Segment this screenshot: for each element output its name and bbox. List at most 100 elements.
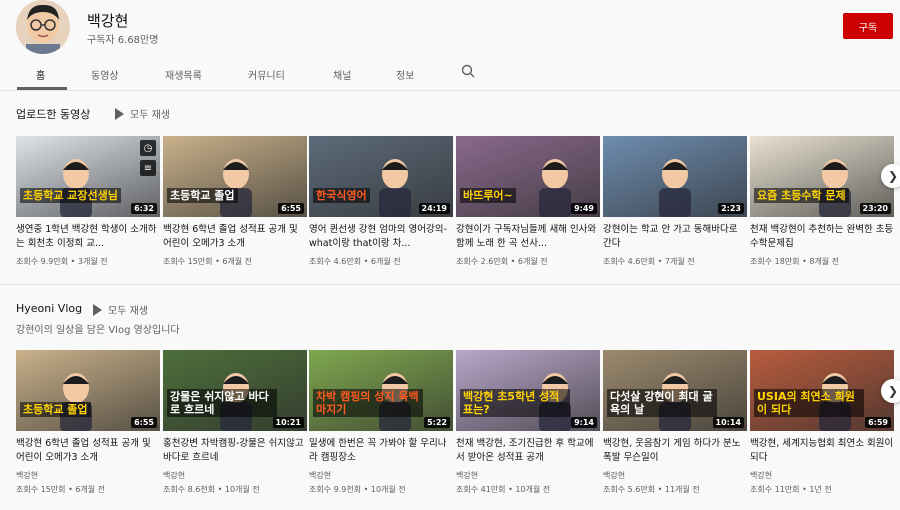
tab-home[interactable]: 홈 xyxy=(36,67,45,82)
video-meta: 조회수 5.6만회 • 11개월 전 xyxy=(603,485,700,494)
video-title[interactable]: 홍천강변 차박캠핑-강물은 쉬지않고 바다로 흐르네 xyxy=(163,437,307,465)
video-thumbnail[interactable]: 강물은 쉬지않고 바다로 흐르네 10:21 xyxy=(163,350,307,431)
tab-videos[interactable]: 동영상 xyxy=(91,67,119,82)
video-duration: 6:55 xyxy=(131,417,157,428)
add-to-queue-icon[interactable]: ≡ xyxy=(140,160,156,176)
video-title[interactable]: 백강현 6학년 졸업 성적표 공개 및 어린이 오메가3 소개 xyxy=(163,223,307,251)
divider xyxy=(0,90,900,91)
video-thumbnail[interactable]: 초등학교 교장선생님 ◷ ≡ 6:32 xyxy=(16,136,160,217)
thumbnail-caption: 초등학교 졸업 xyxy=(20,402,91,417)
play-all-button[interactable]: 모두 재생 xyxy=(115,106,170,121)
video-card[interactable]: 초등학교 교장선생님 ◷ ≡ 6:32 생연중 1학년 백강현 학생이 소개하는 회천초… xyxy=(16,136,160,268)
video-card[interactable]: 바뜨루어~ 9:49 강현이가 구독자님들께 새해 인사와 함께 노래 한 곡 선사… xyxy=(456,136,600,268)
video-title[interactable]: 영어 퀸선생 강현 엄마의 영어강의-what이랑 that이랑 차... xyxy=(309,223,453,251)
video-duration: 9:14 xyxy=(571,417,597,428)
video-thumbnail[interactable]: USIA의 최연소 회원이 되다 6:59 xyxy=(750,350,894,431)
video-thumbnail[interactable]: 초등학교 졸업 6:55 xyxy=(16,350,160,431)
thumbnail-caption: 다섯살 강현이 최대 굴욕의 날 xyxy=(607,389,717,417)
avatar-image xyxy=(16,0,70,54)
video-duration: 10:21 xyxy=(272,417,304,428)
video-duration: 9:49 xyxy=(571,203,597,214)
video-meta: 조회수 11만회 • 1년 전 xyxy=(750,485,832,494)
play-all-label: 모두 재생 xyxy=(130,110,170,121)
video-title[interactable]: 천재 백강현이 추천하는 완벽한 초등수학문제집 xyxy=(750,223,894,251)
video-title[interactable]: 백강현 6학년 졸업 성적표 공개 및 어린이 오메가3 소개 xyxy=(16,437,160,465)
watch-later-icon[interactable]: ◷ xyxy=(140,140,156,156)
next-arrow-button[interactable]: ❯ xyxy=(881,379,900,403)
thumbnail-caption: 요즘 초등수학 문제 xyxy=(754,188,849,203)
thumbnail-caption: 차박 캠핑의 성지 육백마지기 xyxy=(313,389,423,417)
chevron-right-icon: ❯ xyxy=(887,384,899,398)
video-meta: 조회수 8.6천회 • 10개월 전 xyxy=(163,485,260,494)
thumbnail-caption: 바뜨루어~ xyxy=(460,188,516,203)
channel-header: 백강현 구독자 6.68만명 구독 홈 동영상 재생목록 커뮤니티 채널 정보 xyxy=(0,0,900,95)
channel-name: 백강현 xyxy=(87,12,129,30)
video-meta: 조회수 4.6만회 • 6개월 전 xyxy=(309,257,401,266)
video-channel-name[interactable]: 백강현 xyxy=(456,470,600,481)
video-meta: 조회수 41만회 • 10개월 전 xyxy=(456,485,551,494)
video-card[interactable]: 백강현 초5학년 성적표는? 9:14 천재 백강현, 조기진급한 후 학교에서 받… xyxy=(456,350,600,496)
subscriber-count: 구독자 6.68만명 xyxy=(87,35,159,46)
video-card[interactable]: 요즘 초등수학 문제 23:20 천재 백강현이 추천하는 완벽한 초등수학문제집조… xyxy=(750,136,894,268)
tab-community[interactable]: 커뮤니티 xyxy=(248,67,285,82)
video-title[interactable]: 일생에 한번은 꼭 가봐야 할 우리나라 캠핑장소 xyxy=(309,437,453,465)
video-thumbnail[interactable]: 바뜨루어~ 9:49 xyxy=(456,136,600,217)
video-channel-name[interactable]: 백강현 xyxy=(603,470,747,481)
video-meta: 조회수 18만회 • 8개월 전 xyxy=(750,257,840,266)
subscribe-button[interactable]: 구독 xyxy=(843,13,893,39)
video-title[interactable]: 강현이는 학교 안 가고 동해바다로 간다 xyxy=(603,223,747,251)
video-duration: 2:23 xyxy=(718,203,744,214)
chevron-right-icon: ❯ xyxy=(887,169,899,183)
video-meta: 조회수 9.9만회 • 3개월 전 xyxy=(16,257,108,266)
video-title[interactable]: 생연중 1학년 백강현 학생이 소개하는 회천초 이정희 교... xyxy=(16,223,160,251)
search-icon[interactable] xyxy=(461,64,475,78)
avatar[interactable] xyxy=(16,0,70,54)
next-arrow-button[interactable]: ❯ xyxy=(881,164,900,188)
video-duration: 6:32 xyxy=(131,203,157,214)
thumbnail-caption: USIA의 최연소 회원이 되다 xyxy=(754,389,864,417)
video-thumbnail[interactable]: 초등학교 졸업 6:55 xyxy=(163,136,307,217)
video-thumbnail[interactable]: 백강현 초5학년 성적표는? 9:14 xyxy=(456,350,600,431)
thumbnail-caption: 백강현 초5학년 성적표는? xyxy=(460,389,570,417)
shelf-title-uploads[interactable]: 업로드한 동영상 xyxy=(16,106,90,122)
video-duration: 23:20 xyxy=(859,203,891,214)
video-thumbnail[interactable]: 차박 캠핑의 성지 육백마지기 5:22 xyxy=(309,350,453,431)
video-duration: 10:14 xyxy=(712,417,744,428)
channel-tabs: 홈 동영상 재생목록 커뮤니티 채널 정보 xyxy=(0,60,900,90)
video-title[interactable]: 천재 백강현, 조기진급한 후 학교에서 받아온 성적표 공개 xyxy=(456,437,600,465)
thumbnail-caption: 초등학교 교장선생님 xyxy=(20,188,121,203)
tab-playlists[interactable]: 재생목록 xyxy=(165,67,202,82)
video-card[interactable]: 2:23 강현이는 학교 안 가고 동해바다로 간다조회수 4.6만회 • 7개월… xyxy=(603,136,747,268)
video-card[interactable]: 초등학교 졸업 6:55 백강현 6학년 졸업 성적표 공개 및 어린이 오메가3 … xyxy=(163,136,307,268)
video-thumbnail[interactable]: 한국식영어 24:19 xyxy=(309,136,453,217)
video-card[interactable]: 다섯살 강현이 최대 굴욕의 날 10:14 백강현, 웃음참기 게임 하다가 분노… xyxy=(603,350,747,496)
tab-channels[interactable]: 채널 xyxy=(333,67,351,82)
play-icon xyxy=(93,303,102,316)
video-channel-name[interactable]: 백강현 xyxy=(750,470,894,481)
play-all-label: 모두 재생 xyxy=(108,306,148,317)
video-card[interactable]: USIA의 최연소 회원이 되다 6:59 백강현, 세계지능협회 최연소 회원이 … xyxy=(750,350,894,496)
video-title[interactable]: 강현이가 구독자님들께 새해 인사와 함께 노래 한 곡 선사... xyxy=(456,223,600,251)
video-duration: 6:55 xyxy=(278,203,304,214)
video-meta: 조회수 4.6만회 • 7개월 전 xyxy=(603,257,695,266)
video-meta: 조회수 15만회 • 6개월 전 xyxy=(16,485,106,494)
video-meta: 조회수 15만회 • 6개월 전 xyxy=(163,257,253,266)
play-all-button[interactable]: 모두 재생 xyxy=(93,302,148,317)
video-thumbnail[interactable]: 요즘 초등수학 문제 23:20 xyxy=(750,136,894,217)
video-card[interactable]: 차박 캠핑의 성지 육백마지기 5:22 일생에 한번은 꼭 가봐야 할 우리나라 … xyxy=(309,350,453,496)
thumbnail-caption: 한국식영어 xyxy=(313,188,370,203)
video-channel-name[interactable]: 백강현 xyxy=(16,470,160,481)
video-channel-name[interactable]: 백강현 xyxy=(163,470,307,481)
video-thumbnail[interactable]: 다섯살 강현이 최대 굴욕의 날 10:14 xyxy=(603,350,747,431)
video-thumbnail[interactable]: 2:23 xyxy=(603,136,747,217)
tab-about[interactable]: 정보 xyxy=(396,67,414,82)
video-channel-name[interactable]: 백강현 xyxy=(309,470,453,481)
video-title[interactable]: 백강현, 웃음참기 게임 하다가 분노 폭발 무슨일이 xyxy=(603,437,747,465)
video-card[interactable]: 강물은 쉬지않고 바다로 흐르네 10:21 홍천강변 차박캠핑-강물은 쉬지않고 … xyxy=(163,350,307,496)
video-card[interactable]: 한국식영어 24:19 영어 퀸선생 강현 엄마의 영어강의-what이랑 that… xyxy=(309,136,453,268)
shelf-title-vlog[interactable]: Hyeoni Vlog xyxy=(16,302,82,315)
video-card[interactable]: 초등학교 졸업 6:55 백강현 6학년 졸업 성적표 공개 및 어린이 오메가3 … xyxy=(16,350,160,496)
video-title[interactable]: 백강현, 세계지능협회 최연소 회원이 되다 xyxy=(750,437,894,465)
thumbnail-caption: 강물은 쉬지않고 바다로 흐르네 xyxy=(167,389,277,417)
video-duration: 24:19 xyxy=(418,203,450,214)
